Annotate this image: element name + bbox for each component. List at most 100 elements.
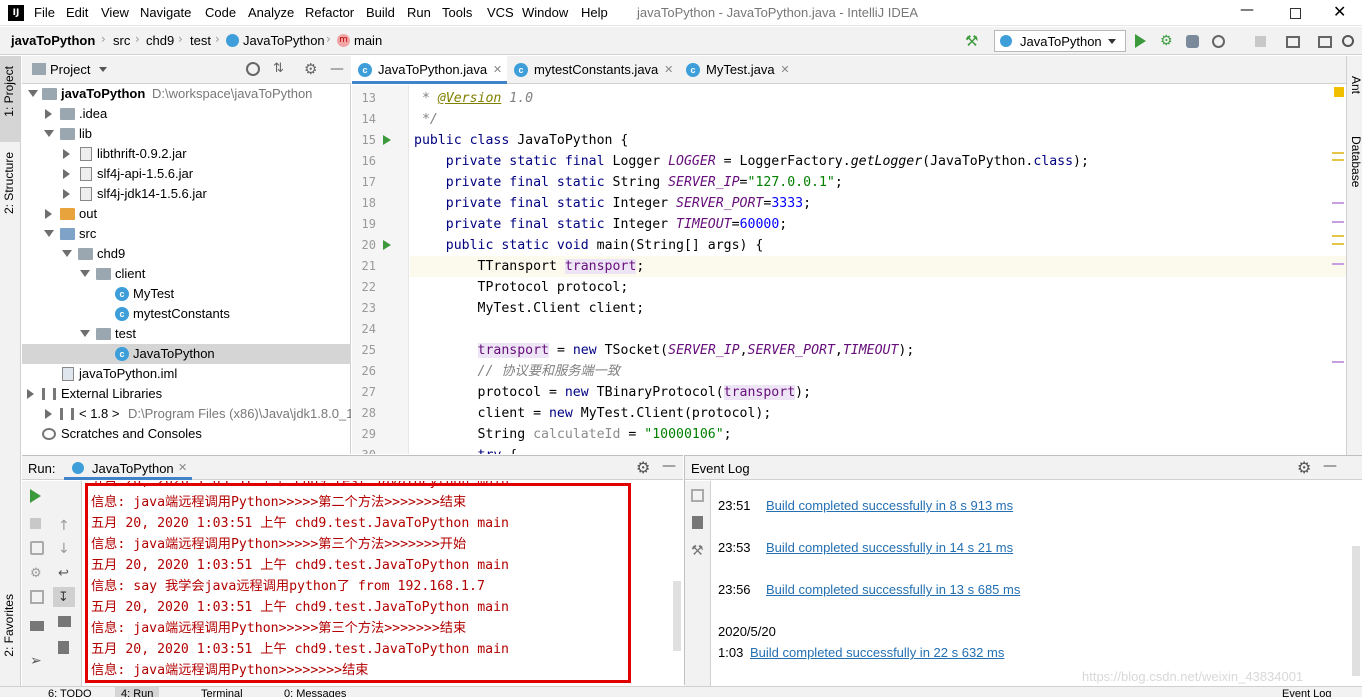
error-stripe-mark[interactable] xyxy=(1332,263,1344,265)
error-stripe-mark[interactable] xyxy=(1332,235,1344,237)
wrench-icon[interactable]: ⚒ xyxy=(691,543,704,559)
locate-icon[interactable] xyxy=(246,62,260,76)
stop-icon[interactable] xyxy=(30,518,41,529)
hide-panel-icon[interactable]: — xyxy=(1323,458,1337,474)
tab-mytestconstants[interactable]: c mytestConstants.java ✕ xyxy=(508,56,678,84)
event-log-scrollbar[interactable] xyxy=(1352,546,1360,676)
menu-build[interactable]: Build xyxy=(366,5,395,20)
breadcrumb-src[interactable]: src xyxy=(113,33,130,48)
bug-icon[interactable]: ⚙ xyxy=(30,566,44,581)
menu-navigate[interactable]: Navigate xyxy=(140,5,191,20)
close-button[interactable]: ✕ xyxy=(1333,2,1346,21)
menu-help[interactable]: Help xyxy=(581,5,608,20)
messages-tool-tab[interactable]: 0: Messages xyxy=(284,687,346,697)
tree-item-test[interactable]: test xyxy=(22,324,351,344)
inspection-status-icon[interactable] xyxy=(1334,87,1344,97)
tree-item-iml[interactable]: javaToPython.iml xyxy=(22,364,351,384)
breadcrumb-test[interactable]: test xyxy=(190,33,211,48)
tree-item-client[interactable]: client xyxy=(22,264,351,284)
tree-item-mytest[interactable]: c MyTest xyxy=(22,284,351,304)
error-stripe-mark[interactable] xyxy=(1332,202,1344,204)
console-scrollbar[interactable] xyxy=(673,581,681,651)
down-arrow-icon[interactable]: ↓ xyxy=(58,541,72,557)
gear-icon[interactable]: ⚙ xyxy=(1297,458,1311,477)
breadcrumb-project[interactable]: javaToPython xyxy=(11,33,95,48)
tree-item-javatopython[interactable]: c JavaToPython xyxy=(22,344,351,364)
profile-icon[interactable] xyxy=(1212,35,1225,48)
event-log-tool-tab[interactable]: Event Log xyxy=(1282,687,1332,697)
gear-icon[interactable]: ⚙ xyxy=(304,60,317,78)
print-icon[interactable] xyxy=(58,616,71,627)
tab-javatopython[interactable]: c JavaToPython.java ✕ xyxy=(352,56,508,84)
tree-item-jdk[interactable]: < 1.8 > D:\Program Files (x86)\Java\jdk1… xyxy=(22,404,351,424)
soft-wrap-icon[interactable]: ↩ xyxy=(58,566,72,581)
breadcrumb-method[interactable]: main xyxy=(354,33,382,48)
tree-item-external-libraries[interactable]: External Libraries xyxy=(22,384,351,404)
search-icon[interactable] xyxy=(1342,35,1354,47)
coverage-icon[interactable] xyxy=(1186,35,1199,48)
hide-panel-icon[interactable]: — xyxy=(662,458,676,474)
run-gutter-icon[interactable] xyxy=(383,135,391,145)
up-arrow-icon[interactable]: ↑ xyxy=(58,518,72,534)
camera-icon[interactable] xyxy=(30,541,44,555)
menu-run[interactable]: Run xyxy=(407,5,431,20)
terminal-tool-tab[interactable]: Terminal xyxy=(201,687,243,697)
menu-vcs[interactable]: VCS xyxy=(487,5,514,20)
tree-item-jar[interactable]: slf4j-jdk14-1.5.6.jar xyxy=(22,184,351,204)
structure-tool-tab[interactable]: 2: Structure xyxy=(2,152,16,214)
exit-icon[interactable] xyxy=(30,590,44,604)
close-icon[interactable]: ✕ xyxy=(780,56,789,84)
project-view-select[interactable]: Project xyxy=(50,62,90,77)
project-structure-icon[interactable] xyxy=(1286,36,1300,48)
error-stripe-mark[interactable] xyxy=(1332,361,1344,363)
menu-file[interactable]: File xyxy=(34,5,55,20)
menu-edit[interactable]: Edit xyxy=(66,5,88,20)
tree-item-jar[interactable]: slf4j-api-1.5.6.jar xyxy=(22,164,351,184)
menu-analyze[interactable]: Analyze xyxy=(248,5,294,20)
minimize-button[interactable]: — xyxy=(1240,2,1254,18)
rerun-icon[interactable] xyxy=(30,489,41,503)
collapse-all-icon[interactable]: ⇅ xyxy=(273,61,284,76)
trash-icon[interactable] xyxy=(692,516,703,529)
event-link[interactable]: Build completed successfully in 14 s 21 … xyxy=(766,540,1013,555)
close-icon[interactable]: ✕ xyxy=(493,56,502,84)
tree-item-project-root[interactable]: javaToPython D:\workspace\javaToPython xyxy=(22,84,351,104)
error-stripe-mark[interactable] xyxy=(1332,159,1344,161)
breadcrumb-class[interactable]: JavaToPython xyxy=(243,33,325,48)
event-link[interactable]: Build completed successfully in 22 s 632… xyxy=(750,645,1004,660)
menu-code[interactable]: Code xyxy=(205,5,236,20)
debug-icon[interactable]: ⚙ xyxy=(1160,33,1176,49)
build-hammer-icon[interactable]: ⚒ xyxy=(965,33,981,49)
close-icon[interactable]: ✕ xyxy=(178,461,187,474)
layout-icon[interactable] xyxy=(1318,36,1332,48)
gear-icon[interactable]: ⚙ xyxy=(636,458,650,477)
pin-icon[interactable]: ➢ xyxy=(30,653,44,669)
database-tool-tab[interactable]: Database xyxy=(1349,136,1362,187)
error-stripe-mark[interactable] xyxy=(1332,243,1344,245)
favorites-tool-tab[interactable]: 2: Favorites xyxy=(2,594,16,657)
tree-item-idea[interactable]: .idea xyxy=(22,104,351,124)
error-stripe-mark[interactable] xyxy=(1332,221,1344,223)
breadcrumb-chd9[interactable]: chd9 xyxy=(146,33,174,48)
layout-icon[interactable] xyxy=(30,621,44,631)
run-config-select[interactable]: JavaToPython xyxy=(994,30,1126,52)
run-gutter-icon[interactable] xyxy=(383,240,391,250)
event-link[interactable]: Build completed successfully in 8 s 913 … xyxy=(766,498,1013,513)
chevron-down-icon[interactable] xyxy=(99,67,107,72)
tree-item-scratches[interactable]: Scratches and Consoles xyxy=(22,424,351,444)
menu-view[interactable]: View xyxy=(101,5,129,20)
menu-tools[interactable]: Tools xyxy=(442,5,472,20)
event-link[interactable]: Build completed successfully in 13 s 685… xyxy=(766,582,1020,597)
tab-mytest[interactable]: c MyTest.java ✕ xyxy=(680,56,795,84)
maximize-button[interactable] xyxy=(1290,8,1301,19)
menu-refactor[interactable]: Refactor xyxy=(305,5,354,20)
error-stripe-mark[interactable] xyxy=(1332,152,1344,154)
close-icon[interactable]: ✕ xyxy=(664,56,673,84)
trash-icon[interactable] xyxy=(58,641,69,654)
tree-item-jar[interactable]: libthrift-0.9.2.jar xyxy=(22,144,351,164)
run-tool-tab[interactable]: 4: Run xyxy=(115,687,160,697)
tree-item-lib[interactable]: lib xyxy=(22,124,351,144)
tree-item-out[interactable]: out xyxy=(22,204,351,224)
menu-window[interactable]: Window xyxy=(522,5,568,20)
run-tab[interactable]: JavaToPython ✕ xyxy=(64,456,192,480)
